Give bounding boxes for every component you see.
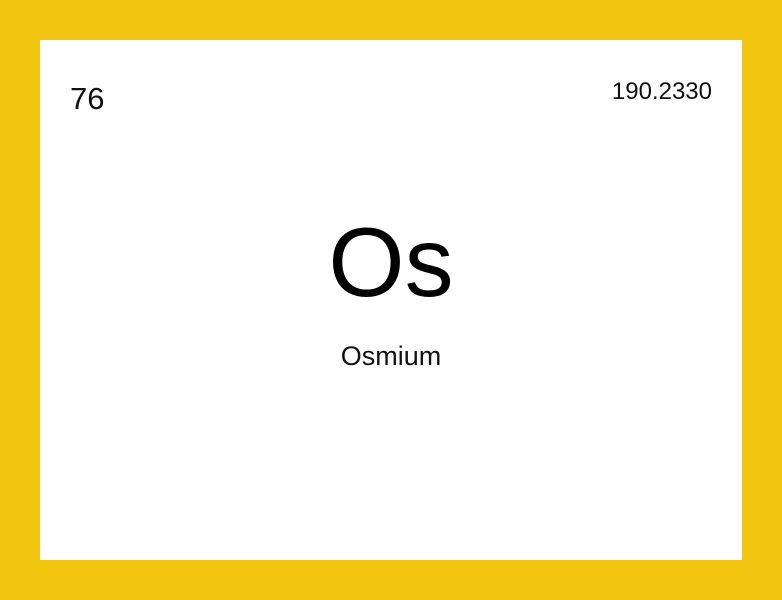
element-card: 76 190.2330 Os Osmium <box>40 40 742 560</box>
element-tile-frame: 76 190.2330 Os Osmium <box>0 0 782 600</box>
element-symbol: Os <box>328 207 454 317</box>
atomic-mass: 190.2330 <box>611 78 712 105</box>
atomic-number: 76 <box>70 81 105 116</box>
element-name: Osmium <box>340 341 442 371</box>
